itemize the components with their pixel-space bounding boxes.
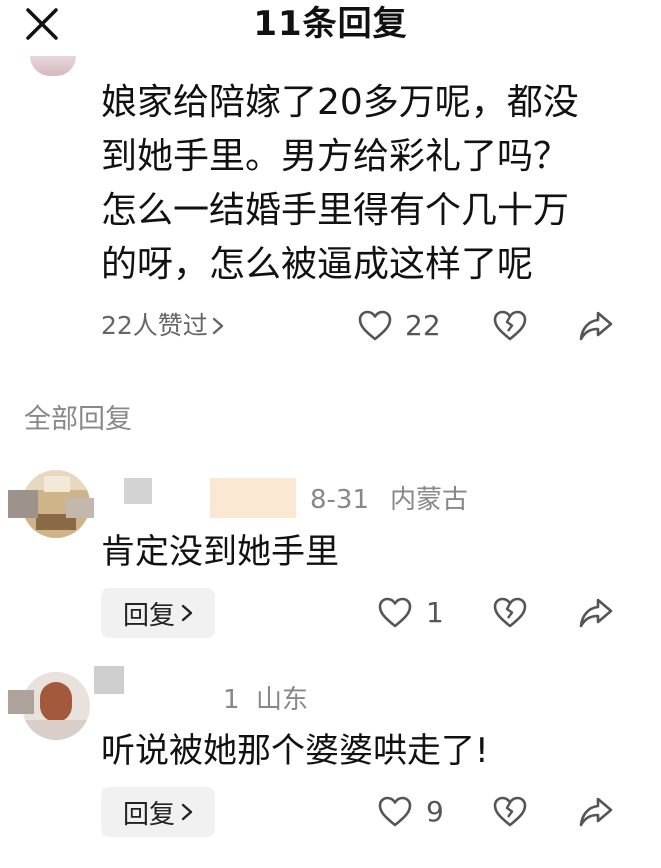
post-text-line: 娘家给陪嫁了20多万呢，都没: [101, 82, 579, 123]
reply-button-label: 回复: [122, 799, 175, 830]
page-title: 11条回复: [253, 4, 408, 44]
mosaic-block: [124, 478, 152, 504]
share-icon[interactable]: [578, 794, 614, 830]
like-count: 9: [426, 795, 444, 828]
comment-location: 山东: [256, 685, 309, 715]
post-text-line: 怎么一结婚手里得有个几十万: [101, 190, 570, 231]
mosaic-block: [8, 490, 38, 518]
reply-button[interactable]: 回复: [101, 787, 215, 837]
chevron-right-icon: [181, 803, 193, 821]
likes-summary-label: 22人赞过: [101, 311, 208, 340]
post-text-line: 的呀，怎么被逼成这样了呢: [101, 244, 534, 285]
like-count: 22: [405, 309, 441, 342]
share-icon[interactable]: [578, 595, 614, 631]
chevron-right-icon: [212, 317, 224, 335]
mosaic-block: [94, 666, 124, 694]
likes-summary-link[interactable]: 22人赞过: [101, 306, 224, 346]
comment-text: 听说被她那个婆婆哄走了!: [101, 731, 489, 771]
chevron-right-icon: [181, 604, 193, 622]
heart-icon[interactable]: [357, 308, 393, 344]
avatar[interactable]: [30, 56, 76, 76]
broken-heart-icon[interactable]: [492, 595, 528, 631]
broken-heart-icon[interactable]: [492, 794, 528, 830]
mosaic-block: [66, 498, 94, 518]
reply-button-label: 回复: [122, 600, 175, 631]
heart-icon[interactable]: [377, 595, 413, 631]
comment-date: 8-31: [310, 485, 370, 515]
comment-date: 1: [223, 685, 240, 715]
mosaic-block: [8, 690, 34, 714]
reply-button[interactable]: 回复: [101, 588, 215, 638]
like-count: 1: [426, 596, 444, 629]
post-text-line: 到她手里。男方给彩礼了吗？: [101, 136, 570, 177]
comment-text: 肯定没到她手里: [101, 532, 339, 572]
section-label: 全部回复: [24, 404, 132, 435]
comment-location: 内蒙古: [390, 485, 469, 515]
heart-icon[interactable]: [377, 794, 413, 830]
mosaic-block: [210, 478, 296, 518]
share-icon[interactable]: [578, 308, 614, 344]
post-text: 娘家给陪嫁了20多万呢，都没 到她手里。男方给彩礼了吗？ 怎么一结婚手里得有个几…: [101, 76, 611, 292]
broken-heart-icon[interactable]: [492, 308, 528, 344]
